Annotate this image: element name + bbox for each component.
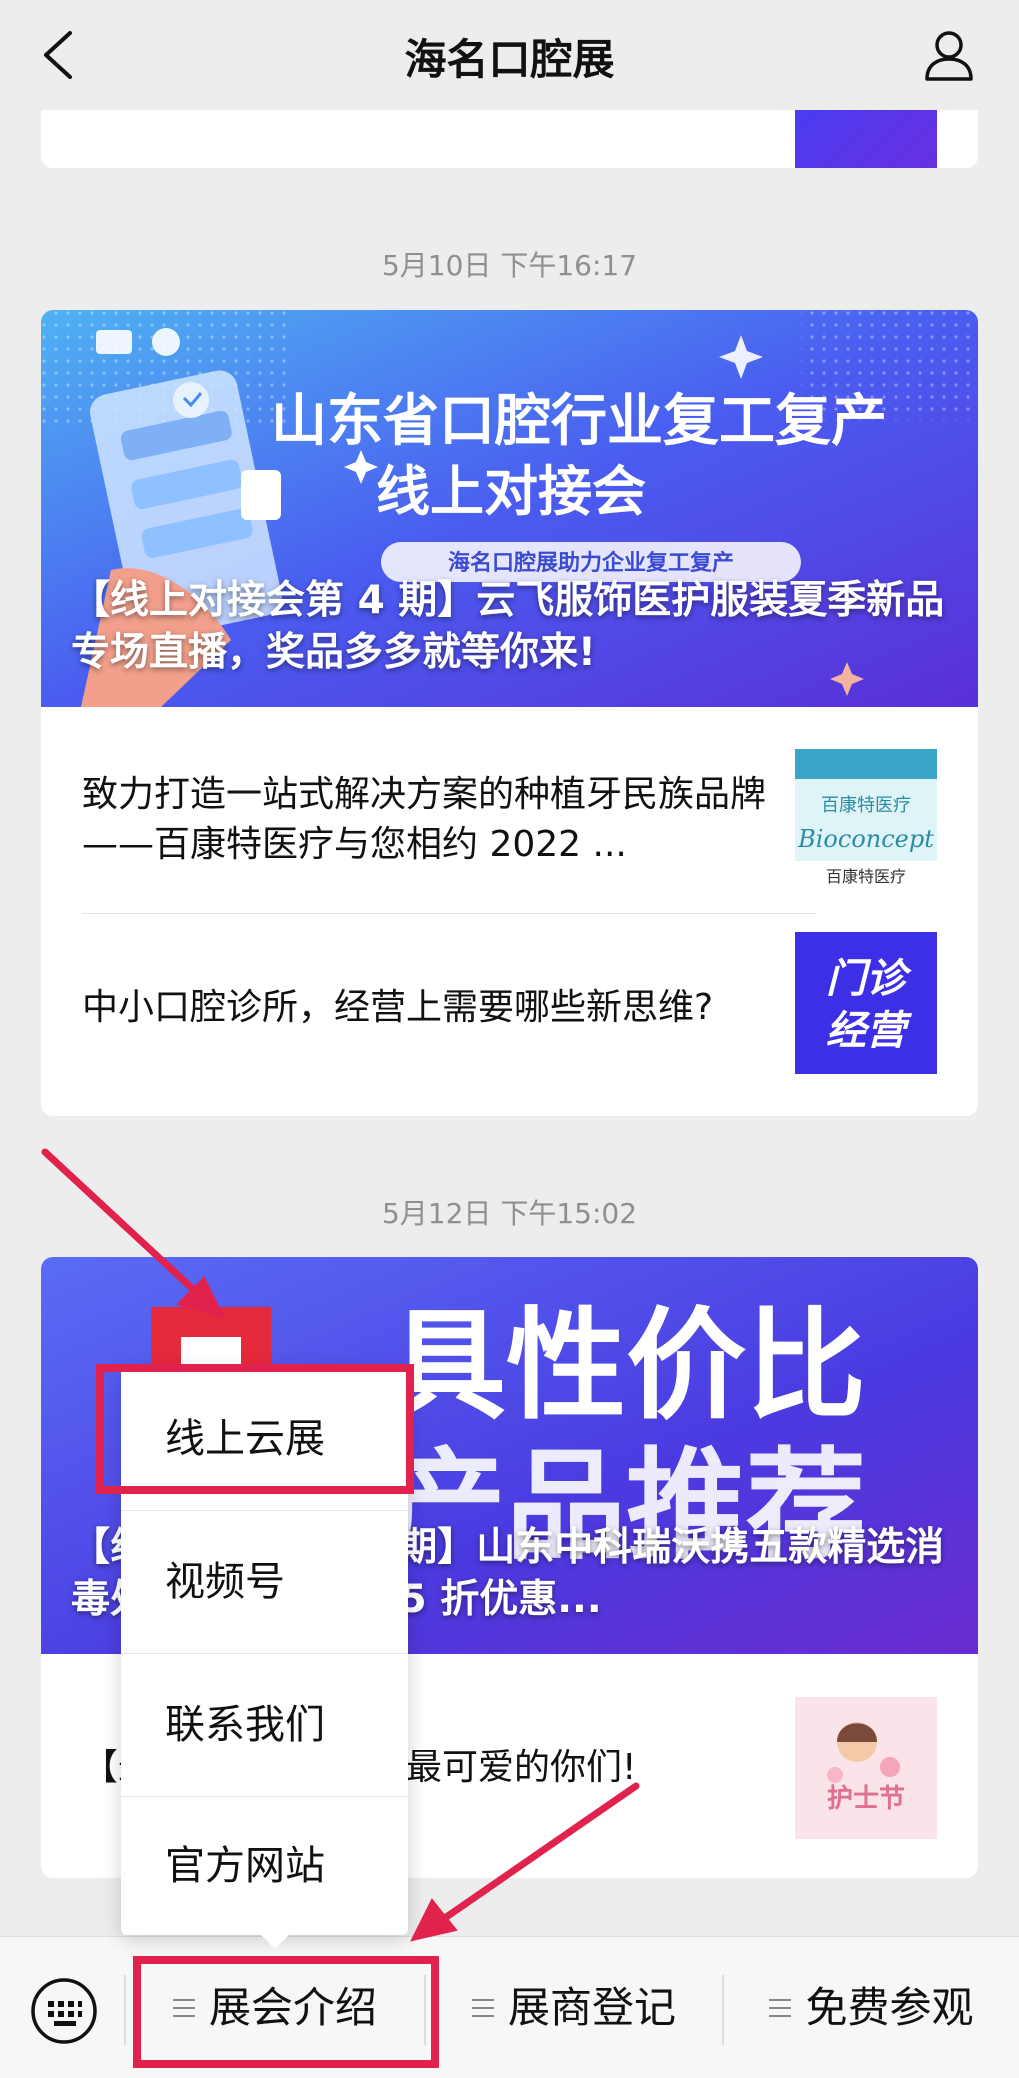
top-navigation-bar: 海名口腔展 — [0, 0, 1019, 110]
popup-menu: 线上云展 视频号 联系我们 官方网站 — [121, 1368, 408, 1949]
menu-exhibition-intro-label: 展会介绍 — [208, 1983, 377, 2032]
banner-headline: 山东省口腔行业复工复产 — [271, 389, 887, 454]
article-thumbnail: 百康特医疗 Bioconcept 百康特医疗 — [795, 749, 937, 891]
article-thumbnail: 门诊 经营 — [795, 932, 937, 1074]
menu-exhibitor-registration[interactable]: 展商登记 — [426, 1937, 722, 2078]
menu-item-video-channel[interactable]: 视频号 — [121, 1511, 408, 1653]
menu-free-visit[interactable]: 免费参观 — [724, 1937, 1019, 2078]
bottom-menu-bar: 展会介绍 展商登记 免费参观 — [0, 1936, 1019, 2078]
banner-ribbon: 海名口腔展助力企业复工复产 — [448, 550, 734, 576]
menu-item-contact-us[interactable]: 联系我们 — [121, 1654, 408, 1796]
menu-item-official-website[interactable]: 官方网站 — [121, 1797, 408, 1935]
svg-text:Bioconcept: Bioconcept — [797, 825, 934, 853]
popup-caret — [261, 1935, 289, 1949]
profile-icon[interactable] — [919, 25, 979, 85]
page-title: 海名口腔展 — [404, 35, 615, 84]
banner-caption: 【线上对接会第 4 期】云飞服饰医护服装夏季新品专场直播，奖品多多就等你来! — [71, 578, 945, 675]
menu-exhibition-intro[interactable]: 展会介绍 — [126, 1937, 424, 2078]
svg-text:百康特医疗: 百康特医疗 — [821, 795, 911, 816]
article-banner[interactable]: 山东省口腔行业复工复产 线上对接会 海名口腔展助力企业复工复产 【线上对接会第 … — [41, 310, 978, 707]
message-timestamp: 5月12日 下午15:02 — [381, 1197, 638, 1230]
arrow-head — [410, 1898, 458, 1942]
article-card: 山东省口腔行业复工复产 线上对接会 海名口腔展助力企业复工复产 【线上对接会第 … — [41, 310, 978, 1116]
list-divider — [82, 913, 817, 914]
svg-text:门诊: 门诊 — [826, 956, 912, 1002]
keyboard-icon[interactable] — [30, 1977, 98, 2045]
menu-free-visit-label: 免费参观 — [805, 1983, 974, 2032]
banner-headline: 具性价比 — [386, 1297, 866, 1436]
svg-text:护士节: 护士节 — [827, 1784, 905, 1814]
submenu-lines-icon — [769, 1998, 792, 2017]
banner-subheadline: 线上对接会 — [376, 460, 646, 523]
article-thumbnail — [795, 110, 937, 168]
menu-item-online-cloud-expo[interactable]: 线上云展 — [121, 1368, 408, 1510]
menu-exhibitor-registration-label: 展商登记 — [507, 1983, 676, 2032]
article-thumbnail: 护士节 — [795, 1697, 937, 1839]
submenu-lines-icon — [172, 1998, 195, 2017]
svg-text:百康特医疗: 百康特医疗 — [826, 867, 906, 886]
article-list-item[interactable]: 中小口腔诊所，经营上需要哪些新思维? — [82, 983, 817, 1033]
svg-text:经营: 经营 — [826, 1008, 912, 1054]
article-list-item[interactable]: 致力打造一站式解决方案的种植牙民族品牌——百康特医疗与您相约 2022 ... — [82, 770, 817, 870]
message-timestamp: 5月10日 下午16:17 — [381, 249, 638, 282]
submenu-lines-icon — [471, 1998, 494, 2017]
